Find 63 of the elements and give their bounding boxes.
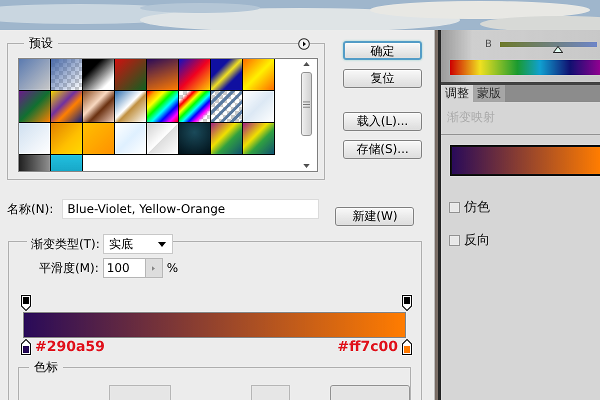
gradient-swatch[interactable] (243, 123, 275, 155)
gradient-swatch[interactable] (51, 123, 83, 155)
gradient-swatch[interactable] (51, 91, 83, 123)
scrollbar[interactable] (299, 62, 313, 168)
opacity-stop[interactable] (21, 295, 31, 311)
scroll-thumb[interactable] (300, 72, 312, 136)
gradient-swatch[interactable] (211, 91, 243, 123)
color-stop[interactable] (402, 339, 412, 355)
gradient-swatch[interactable] (147, 123, 179, 155)
color-code: #ff7c00 (337, 339, 398, 355)
checkbox[interactable] (449, 202, 460, 212)
gradient-swatch[interactable] (83, 123, 115, 155)
group-title: 预设 (24, 36, 58, 50)
caret-icon (158, 242, 166, 246)
dialog-button[interactable]: 确定 (343, 41, 422, 60)
gradient-swatch[interactable] (83, 91, 115, 123)
gradient-swatch[interactable] (115, 123, 147, 155)
dialog-button[interactable]: 复位 (343, 69, 422, 88)
gradient-swatch[interactable] (243, 59, 275, 91)
color-ramp[interactable] (450, 60, 600, 75)
gradient-swatch[interactable] (179, 123, 211, 155)
gradient-swatch[interactable] (83, 59, 115, 91)
arrow-icon (152, 266, 156, 270)
gradient-swatch[interactable] (211, 123, 243, 155)
checkbox[interactable] (449, 234, 460, 246)
scroll-up-icon[interactable] (302, 62, 310, 66)
type-label: 渐变类型(T): (27, 236, 103, 252)
group-title: 色标 (29, 360, 63, 374)
new-button[interactable]: 新建(W) (335, 207, 414, 226)
gradient-swatch[interactable] (19, 59, 51, 91)
gradient-swatch[interactable] (19, 123, 51, 155)
gradient-swatch[interactable] (243, 91, 275, 123)
panel-tab[interactable]: 蒙版 (473, 85, 505, 102)
panel-tab[interactable]: 调整 (441, 85, 473, 102)
gradient-swatch[interactable] (115, 91, 147, 123)
gradient-preview[interactable] (450, 145, 600, 176)
gradient-swatch[interactable] (211, 59, 243, 91)
gradient-swatch[interactable] (51, 59, 83, 91)
slider-thumb[interactable] (553, 46, 564, 53)
type-dropdown[interactable]: 实底 (102, 234, 173, 254)
gradient-swatch[interactable] (179, 91, 211, 123)
gradient-bar[interactable] (23, 312, 406, 338)
gradient-swatch[interactable] (179, 59, 211, 91)
gradient-swatch[interactable] (115, 59, 147, 91)
menu-arrow-icon[interactable] (298, 38, 310, 50)
name-label: 名称(N): (7, 200, 54, 218)
option-label: 反向 (464, 232, 490, 249)
smoothness-field[interactable]: 100 (102, 258, 163, 278)
dialog-button[interactable]: 载入(L)... (343, 112, 422, 131)
name-field[interactable]: Blue-Violet, Yellow-Orange (62, 199, 320, 219)
percent-label: % (166, 261, 178, 275)
scroll-down-icon[interactable] (302, 164, 310, 168)
dialog-button[interactable]: 存储(S)... (343, 140, 422, 159)
gradient-swatch[interactable] (19, 91, 51, 123)
grip-icon (302, 100, 310, 108)
gradient-swatch[interactable] (147, 59, 179, 91)
gradient-swatch[interactable] (147, 91, 179, 123)
smoothness-label: 平滑度(M): (39, 260, 99, 276)
color-code: #290a59 (35, 339, 105, 355)
color-stop[interactable] (21, 339, 31, 355)
channel-label: B (485, 38, 492, 50)
option-label: 仿色 (464, 199, 490, 216)
opacity-stop[interactable] (402, 295, 412, 311)
